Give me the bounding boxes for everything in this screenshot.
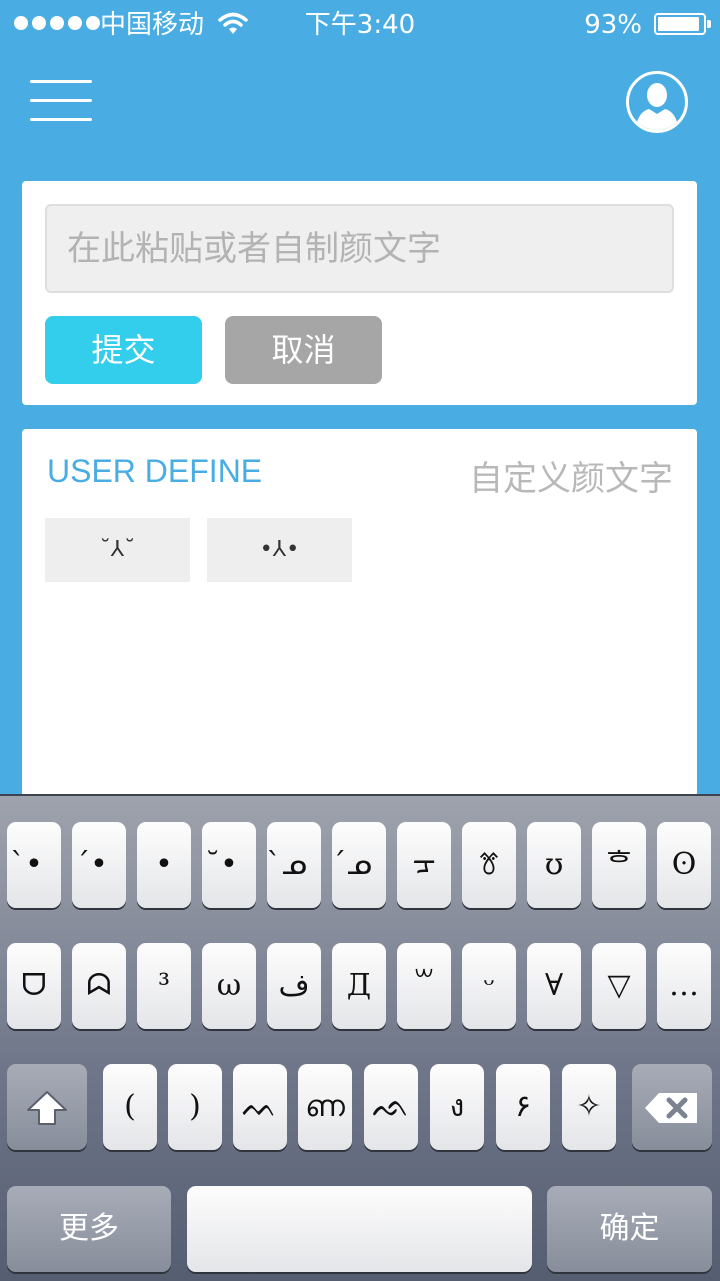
keyboard-key[interactable]: ᵕ: [462, 943, 516, 1029]
keyboard-key[interactable]: ᨒ: [364, 1064, 418, 1150]
keyboard-key[interactable]: ▽: [592, 943, 646, 1029]
user-define-card: USER DEFINE 自定义颜文字 ˘⅄˘ •⅄•: [22, 429, 697, 809]
battery-percent: 93%: [584, 10, 642, 40]
menu-icon-line: [30, 118, 92, 121]
shift-key[interactable]: [7, 1064, 87, 1150]
keyboard-key[interactable]: ́•: [72, 822, 126, 908]
section-title-cn: 自定义颜文字: [469, 459, 673, 499]
delete-icon: [645, 1092, 697, 1123]
battery-icon: [654, 13, 711, 35]
kaomoji-item[interactable]: ˘⅄˘: [45, 518, 190, 582]
keyboard-key[interactable]: ʘ: [657, 822, 711, 908]
keyboard-key[interactable]: ω: [202, 943, 256, 1029]
keyboard-key[interactable]: ): [168, 1064, 222, 1150]
kaomoji-item[interactable]: •⅄•: [207, 518, 352, 582]
confirm-button[interactable]: 确定: [547, 1186, 712, 1272]
keyboard-key[interactable]: ʊ: [527, 822, 581, 908]
more-button[interactable]: 更多: [7, 1186, 171, 1272]
submit-button[interactable]: 提交: [45, 316, 202, 384]
keyboard-key[interactable]: ᨓ: [233, 1064, 287, 1150]
menu-button[interactable]: [30, 80, 92, 122]
keyboard-key[interactable]: ۶: [496, 1064, 550, 1150]
keyboard-key[interactable]: ᗜ: [7, 943, 61, 1029]
shift-icon: [27, 1090, 67, 1125]
keyboard-key[interactable]: ꔢ: [462, 822, 516, 908]
keyboard-key[interactable]: ³: [137, 943, 191, 1029]
user-avatar-icon: [635, 83, 679, 130]
user-avatar-button[interactable]: [626, 71, 688, 133]
keyboard-key[interactable]: ണ: [298, 1064, 352, 1150]
input-card: 提交 取消: [22, 181, 697, 405]
status-bar: 中国移动 下午3:40 93%: [0, 0, 720, 50]
keyboard-key[interactable]: •: [137, 822, 191, 908]
keyboard-key[interactable]: ꒳: [397, 943, 451, 1029]
kaomoji-input[interactable]: [45, 204, 674, 293]
menu-icon: [30, 80, 92, 83]
section-title-en: USER DEFINE: [47, 453, 263, 489]
keyboard-key[interactable]: …: [657, 943, 711, 1029]
menu-icon-line: [30, 99, 92, 102]
keyboard-key[interactable]: ᗣ: [72, 943, 126, 1029]
keyboard-key[interactable]: ́ᓄ: [332, 822, 386, 908]
keyboard-key[interactable]: ᄒ: [592, 822, 646, 908]
cancel-button[interactable]: 取消: [225, 316, 382, 384]
keyboard-key[interactable]: ᠴ: [397, 822, 451, 908]
keyboard-key[interactable]: ف: [267, 943, 321, 1029]
delete-key[interactable]: [632, 1064, 712, 1150]
keyboard-key[interactable]: ง: [430, 1064, 484, 1150]
keyboard-key[interactable]: (: [103, 1064, 157, 1150]
keyboard-key[interactable]: ✧: [562, 1064, 616, 1150]
keyboard-key[interactable]: ̀ᓄ: [267, 822, 321, 908]
kaomoji-keyboard: ̀• ́• • ̆• ̀ᓄ ́ᓄ ᠴ ꔢ ʊ ᄒ ʘ ᗜ ᗣ ³ ω ف Д ꒳…: [0, 794, 720, 1281]
space-key[interactable]: [187, 1186, 532, 1272]
keyboard-key[interactable]: ∀: [527, 943, 581, 1029]
keyboard-key[interactable]: ̆•: [202, 822, 256, 908]
keyboard-key[interactable]: ̀•: [7, 822, 61, 908]
keyboard-key[interactable]: Д: [332, 943, 386, 1029]
